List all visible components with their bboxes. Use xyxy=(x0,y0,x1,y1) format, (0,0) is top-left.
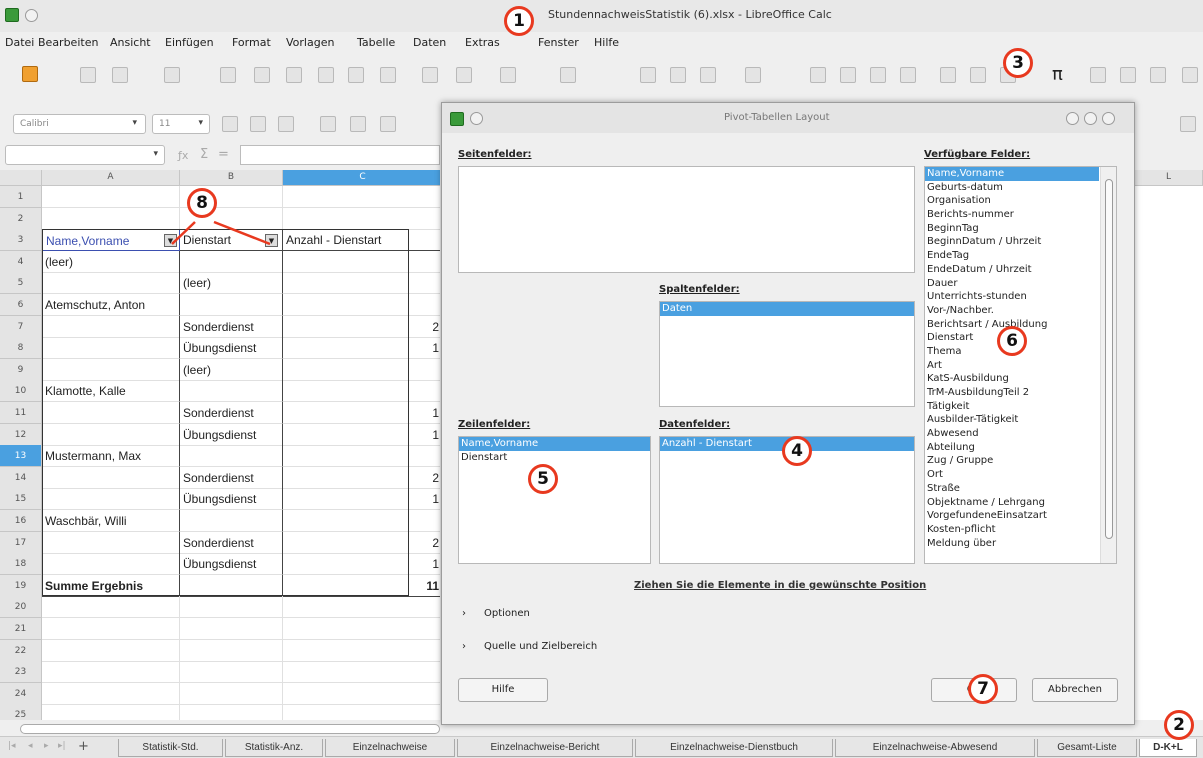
callout-6: 6 xyxy=(997,326,1027,356)
callout-3: 3 xyxy=(1003,48,1033,78)
arrow-line xyxy=(213,220,271,246)
callout-7: 7 xyxy=(968,674,998,704)
callout-1: 1 xyxy=(504,6,534,36)
arrow-line xyxy=(171,221,196,245)
callout-4: 4 xyxy=(782,436,812,466)
callout-arrows xyxy=(171,220,271,246)
callout-2: 2 xyxy=(1164,710,1194,740)
callout-8: 8 xyxy=(187,188,217,218)
callout-5: 5 xyxy=(528,464,558,494)
